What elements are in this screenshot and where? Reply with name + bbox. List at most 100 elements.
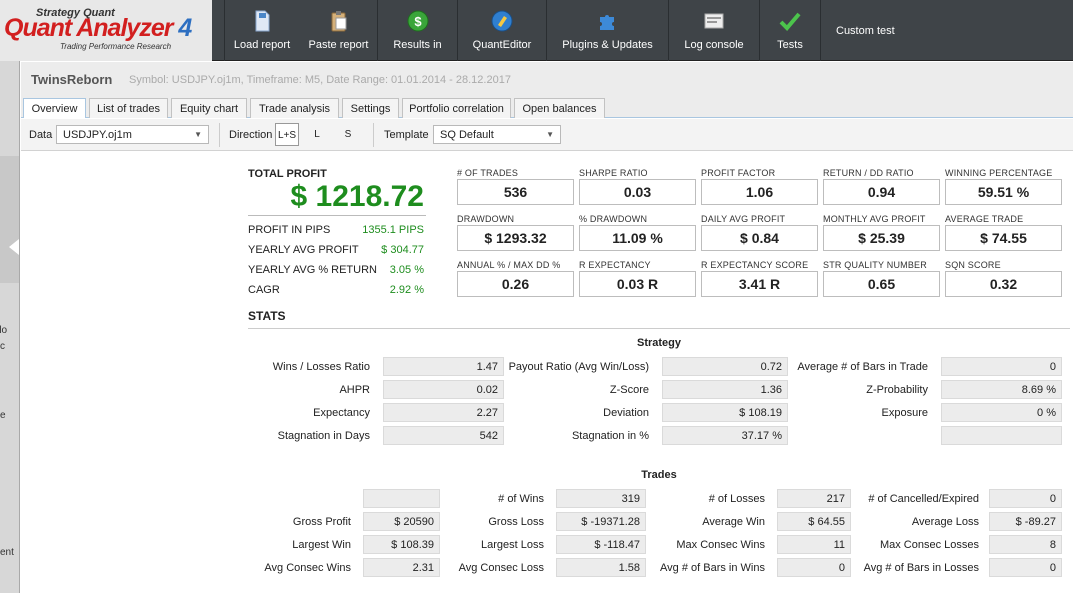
trade-stat-value: 8 xyxy=(989,535,1062,554)
editor-icon xyxy=(491,10,513,32)
metric-label: WINNING PERCENTAGE xyxy=(945,168,1053,178)
logo-title: Quant Analyzer 4 xyxy=(4,14,192,42)
collapse-arrow-icon[interactable] xyxy=(9,239,19,255)
tab-portfolio-correlation[interactable]: Portfolio correlation xyxy=(402,98,511,118)
stat-label: Average # of Bars in Trade xyxy=(797,361,928,373)
tab-settings[interactable]: Settings xyxy=(342,98,399,118)
stats-title: STATS xyxy=(248,309,286,323)
metric-value: $ 25.39 xyxy=(823,225,940,251)
paste-report-button[interactable]: Paste report xyxy=(299,0,378,61)
metric-label: DRAWDOWN xyxy=(457,214,515,224)
left-panel-text: rlo xyxy=(0,325,8,336)
tab-trade-analysis[interactable]: Trade analysis xyxy=(250,98,339,118)
stat-value: 8.69 % xyxy=(941,380,1062,399)
stat-label: Payout Ratio (Avg Win/Loss) xyxy=(508,361,649,373)
left-panel-strip[interactable]: rlo c e ent xyxy=(0,61,20,593)
trade-stat-label: Average Win xyxy=(702,516,765,528)
metric-value: $ 0.84 xyxy=(701,225,818,251)
metric-label: ANNUAL % / MAX DD % xyxy=(457,260,561,270)
app-logo: Strategy Quant Quant Analyzer 4 Trading … xyxy=(0,0,212,61)
template-label: Template xyxy=(384,129,429,141)
metric-value: 1.06 xyxy=(701,179,818,205)
trade-stat-label: Avg Consec Wins xyxy=(264,562,351,574)
metric-value: 0.65 xyxy=(823,271,940,297)
trade-stat-label: Max Consec Wins xyxy=(676,539,765,551)
trade-stat-value: $ -89.27 xyxy=(989,512,1062,531)
metric-value: 0.26 xyxy=(457,271,574,297)
custom-test-button[interactable]: Custom test xyxy=(820,0,1073,61)
results-in-button[interactable]: $ Results in xyxy=(377,0,457,61)
trade-stat-label: Avg # of Bars in Wins xyxy=(660,562,765,574)
metric-value: $ 74.55 xyxy=(945,225,1062,251)
template-select[interactable]: SQ Default ▼ xyxy=(433,125,561,144)
direction-long-button[interactable]: L xyxy=(305,123,329,146)
metric-label: R EXPECTANCY xyxy=(579,260,651,270)
log-console-button[interactable]: Log console xyxy=(668,0,759,61)
metric-label: # OF TRADES xyxy=(457,168,519,178)
metric-value: 0.03 R xyxy=(579,271,696,297)
trade-stat-value: 0 xyxy=(989,558,1062,577)
yearly-avg-return-value: 3.05 % xyxy=(389,264,424,276)
metric-value: $ 1293.32 xyxy=(457,225,574,251)
tab-overview[interactable]: Overview xyxy=(23,98,86,118)
trade-stat-label: # of Cancelled/Expired xyxy=(868,493,979,505)
plugins-updates-button[interactable]: Plugins & Updates xyxy=(546,0,668,61)
tab-bar: Overview List of trades Equity chart Tra… xyxy=(21,96,1073,118)
stat-label: Z-Probability xyxy=(866,384,928,396)
tab-open-balances[interactable]: Open balances xyxy=(514,98,605,118)
metric-label: SHARPE RATIO xyxy=(579,168,648,178)
metric-value: 0.03 xyxy=(579,179,696,205)
data-select[interactable]: USDJPY.oj1m ▼ xyxy=(56,125,209,144)
yearly-avg-profit-value: $ 304.77 xyxy=(381,244,424,256)
direction-short-button[interactable]: S xyxy=(336,123,360,146)
metric-label: DAILY AVG PROFIT xyxy=(701,214,786,224)
metric-label: SQN SCORE xyxy=(945,260,1001,270)
stat-value: 0 % xyxy=(941,403,1062,422)
metric-value: 3.41 R xyxy=(701,271,818,297)
metric-label: RETURN / DD RATIO xyxy=(823,168,914,178)
trade-stat-value: 0 xyxy=(989,489,1062,508)
checkmark-icon xyxy=(779,12,801,31)
direction-label: Direction xyxy=(229,129,273,141)
tab-list-of-trades[interactable]: List of trades xyxy=(89,98,168,118)
data-label: Data xyxy=(29,129,53,141)
metric-label: MONTHLY AVG PROFIT xyxy=(823,214,926,224)
chevron-down-icon: ▼ xyxy=(194,130,202,139)
filter-toolbar: Data USDJPY.oj1m ▼ Direction L+S L S Temp… xyxy=(21,119,1073,151)
cagr-label: CAGR xyxy=(248,284,280,296)
strategy-name: TwinsReborn xyxy=(31,72,113,87)
metric-value: 536 xyxy=(457,179,574,205)
tab-equity-chart[interactable]: Equity chart xyxy=(171,98,247,118)
stat-label: Deviation xyxy=(603,407,649,419)
cagr-value: 2.92 % xyxy=(389,284,424,296)
load-report-button[interactable]: Load report xyxy=(224,0,299,61)
strategy-header: TwinsReborn Symbol: USDJPY.oj1m, Timefra… xyxy=(21,62,1073,96)
stat-label: Wins / Losses Ratio xyxy=(272,361,370,373)
metric-label: % DRAWDOWN xyxy=(579,214,648,224)
stat-label: Exposure xyxy=(881,407,928,419)
metric-value: 59.51 % xyxy=(945,179,1062,205)
quanteditor-button[interactable]: QuantEditor xyxy=(457,0,546,61)
metric-value: 0.32 xyxy=(945,271,1062,297)
trade-stat-label: # of Wins xyxy=(498,493,544,505)
trade-stat-label: Largest Loss xyxy=(481,539,544,551)
trade-stat-label: Max Consec Losses xyxy=(879,539,979,551)
chevron-down-icon: ▼ xyxy=(546,130,554,139)
strategy-section-title: Strategy xyxy=(636,337,682,349)
left-panel-text: e xyxy=(0,410,6,421)
strategy-info: Symbol: USDJPY.oj1m, Timeframe: M5, Date… xyxy=(129,74,511,86)
profit-pips-value: 1355.1 PIPS xyxy=(362,224,424,236)
stat-value: 0 xyxy=(941,357,1062,376)
stat-label: Expectancy xyxy=(313,407,370,419)
trade-stat-label: Average Loss xyxy=(911,516,979,528)
total-profit-value: $ 1218.72 xyxy=(290,180,424,213)
puzzle-icon xyxy=(599,15,614,30)
metric-label: STR QUALITY NUMBER xyxy=(823,260,927,270)
metric-value: 11.09 % xyxy=(579,225,696,251)
tests-button[interactable]: Tests xyxy=(759,0,820,61)
total-profit-label: TOTAL PROFIT xyxy=(248,168,327,180)
direction-ls-button[interactable]: L+S xyxy=(275,123,299,146)
trade-stat-label: Avg Consec Loss xyxy=(458,562,544,574)
left-panel-text: ent xyxy=(0,547,14,558)
document-icon xyxy=(255,10,270,32)
